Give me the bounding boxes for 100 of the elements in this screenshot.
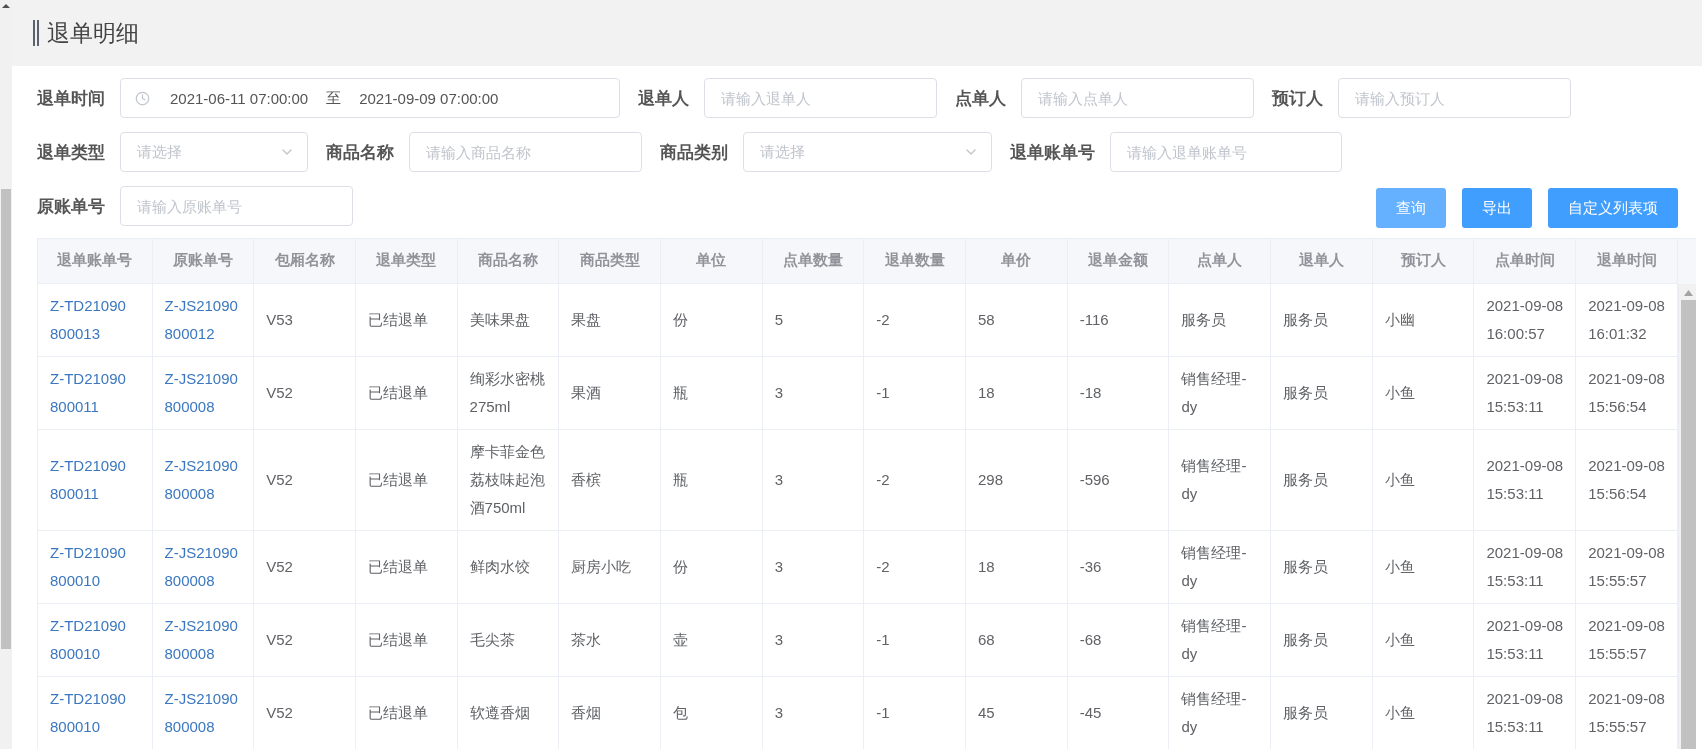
table-cell: -116	[1067, 283, 1169, 356]
table-cell: -18	[1067, 356, 1169, 429]
table-cell: 瓶	[660, 429, 763, 530]
table-cell: 果盘	[558, 283, 661, 356]
input-field[interactable]: 请输入预订人	[1338, 78, 1571, 118]
link-cell[interactable]: Z-TD21090800010	[38, 676, 152, 749]
table-cell: 鲜肉水饺	[457, 530, 559, 603]
link-cell[interactable]: Z-JS21090800008	[152, 603, 254, 676]
table-cell: 2021-09-08 16:01:32	[1575, 283, 1678, 356]
table-cell: 2021-09-08 15:53:11	[1473, 429, 1576, 530]
link-cell[interactable]: Z-TD21090800011	[38, 356, 152, 429]
table-cell: 5	[762, 283, 864, 356]
column-header: 单位	[660, 239, 763, 283]
table-cell: -2	[863, 429, 966, 530]
table-cell: 298	[965, 429, 1068, 530]
table-cell: 小鱼	[1372, 356, 1474, 429]
double-bar-icon	[33, 20, 39, 46]
table-cell: V52	[253, 676, 356, 749]
table-cell: V53	[253, 283, 356, 356]
table-cell: 销售经理-dy	[1168, 530, 1271, 603]
table-cell: 瓶	[660, 356, 763, 429]
input-field[interactable]: 请输入退单账单号	[1110, 132, 1342, 172]
scrollbar-thumb[interactable]	[1680, 299, 1696, 749]
table-cell: -68	[1067, 603, 1169, 676]
table-cell: 茶水	[558, 603, 661, 676]
clock-icon	[135, 90, 150, 106]
input-field[interactable]: 请输入点单人	[1021, 78, 1254, 118]
table-cell: -36	[1067, 530, 1169, 603]
column-header: 点单人	[1168, 239, 1271, 283]
table-cell: 销售经理-dy	[1168, 356, 1271, 429]
table-cell: 45	[965, 676, 1068, 749]
table-cell: 销售经理-dy	[1168, 429, 1271, 530]
link-cell[interactable]: Z-JS21090800012	[152, 283, 254, 356]
link-cell[interactable]: Z-TD21090800010	[38, 603, 152, 676]
field-label: 退单时间	[37, 87, 105, 110]
column-header: 退单金额	[1067, 239, 1169, 283]
field-label: 商品名称	[326, 141, 394, 164]
select-placeholder: 请选择	[137, 142, 182, 162]
input-field[interactable]: 请输入退单人	[704, 78, 937, 118]
table-cell: 2021-09-08 15:53:11	[1473, 603, 1576, 676]
table-cell: -1	[863, 356, 966, 429]
link-cell[interactable]: Z-TD21090800011	[38, 429, 152, 530]
table-cell: 毛尖茶	[457, 603, 559, 676]
field-label: 退单账单号	[1010, 141, 1095, 164]
field-label: 点单人	[955, 87, 1006, 110]
table-cell: 份	[660, 283, 763, 356]
date-range-field[interactable]: 2021-06-11 07:00:00 至 2021-09-09 07:00:00	[120, 78, 620, 118]
table-cell: 3	[762, 429, 864, 530]
field-label: 退单类型	[37, 141, 105, 164]
column-header: 退单数量	[863, 239, 966, 283]
table-cell: 58	[965, 283, 1068, 356]
table-cell: 已结退单	[355, 530, 458, 603]
table-cell: 2021-09-08 15:56:54	[1575, 356, 1678, 429]
table-cell: 销售经理-dy	[1168, 676, 1271, 749]
input-field[interactable]: 请输入原账单号	[120, 186, 353, 226]
range-separator: 至	[326, 88, 342, 108]
table-cell: 软遵香烟	[457, 676, 559, 749]
action-button[interactable]: 自定义列表项	[1548, 188, 1678, 228]
link-cell[interactable]: Z-JS21090800008	[152, 429, 254, 530]
column-header: 单价	[965, 239, 1068, 283]
table-cell: 3	[762, 356, 864, 429]
table-cell: 2021-09-08 15:53:11	[1473, 356, 1576, 429]
action-button[interactable]: 导出	[1462, 188, 1532, 228]
table-cell: 服务员	[1168, 283, 1271, 356]
scrollbar-thumb[interactable]	[1, 189, 11, 649]
link-cell[interactable]: Z-JS21090800008	[152, 356, 254, 429]
end-date: 2021-09-09 07:00:00	[359, 89, 499, 107]
input-field[interactable]: 请输入商品名称	[409, 132, 642, 172]
table-cell: 绚彩水密桃275ml	[457, 356, 559, 429]
table-cell: 小鱼	[1372, 676, 1474, 749]
table-cell: 2021-09-08 15:55:57	[1575, 530, 1678, 603]
link-cell[interactable]: Z-TD21090800013	[38, 283, 152, 356]
table-cell: 小幽	[1372, 283, 1474, 356]
table-cell: V52	[253, 603, 356, 676]
table-cell: 已结退单	[355, 429, 458, 530]
table-cell: -1	[863, 676, 966, 749]
column-header: 预订人	[1372, 239, 1474, 283]
table-cell: 2021-09-08 15:55:57	[1575, 676, 1678, 749]
link-cell[interactable]: Z-JS21090800008	[152, 676, 254, 749]
table-cell: 香槟	[558, 429, 661, 530]
table-cell: 2021-09-08 15:53:11	[1473, 530, 1576, 603]
link-cell[interactable]: Z-TD21090800010	[38, 530, 152, 603]
table-cell: -2	[863, 283, 966, 356]
scroll-up-arrow-icon[interactable]	[2, 3, 10, 9]
field-label: 退单人	[638, 87, 689, 110]
table-cell: 小鱼	[1372, 603, 1474, 676]
table-cell: 2021-09-08 16:00:57	[1473, 283, 1576, 356]
column-header: 退单账单号	[38, 239, 152, 283]
start-date: 2021-06-11 07:00:00	[170, 89, 309, 107]
column-header: 原账单号	[152, 239, 254, 283]
select-placeholder: 请选择	[760, 142, 805, 162]
table-cell: 18	[965, 356, 1068, 429]
table-cell: 香烟	[558, 676, 661, 749]
table-cell: 服务员	[1270, 429, 1373, 530]
field-label: 预订人	[1272, 87, 1323, 110]
table-cell: 服务员	[1270, 356, 1373, 429]
table-cell: 壶	[660, 603, 763, 676]
table-cell: 服务员	[1270, 603, 1373, 676]
link-cell[interactable]: Z-JS21090800008	[152, 530, 254, 603]
table-cell: -2	[863, 530, 966, 603]
